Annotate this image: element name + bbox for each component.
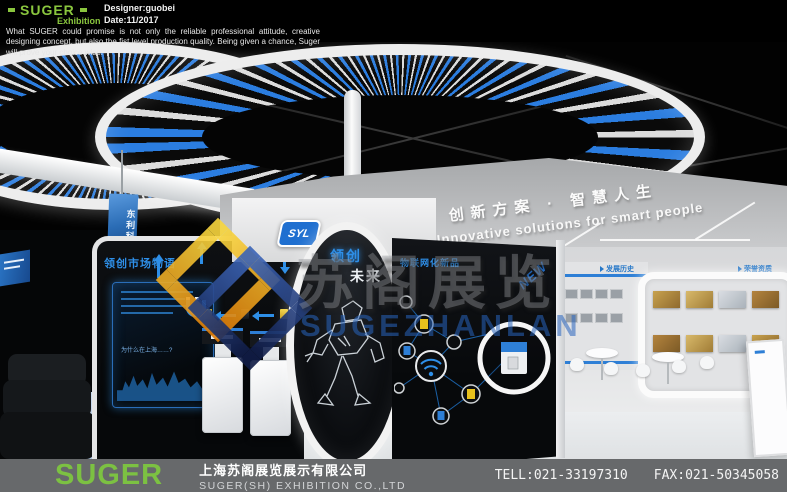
panel-stripe (560, 274, 648, 277)
award-plaque (686, 335, 713, 352)
flow-arrow-up (200, 248, 203, 264)
chair (672, 360, 686, 373)
footer-bar: SUGER 上海苏阁展览展示有限公司 SUGER(SH) EXHIBITION … (0, 459, 787, 492)
oval-title-line1: 领创 (330, 246, 362, 266)
robot-artwork (302, 292, 392, 422)
iot-wall-title: 物联网化新品 (400, 256, 460, 269)
screen-text-line (121, 312, 173, 314)
device-icon-yellow (204, 309, 212, 319)
kiosk-neck (215, 344, 231, 357)
tel-label: TELL:021-33197310 (495, 468, 628, 483)
exhibition-render: 创新方案 · 智慧人生 Innovative solutions for sma… (0, 42, 787, 459)
wifi-icon (416, 351, 446, 381)
new-product-ring (480, 324, 548, 392)
award-plaque (719, 335, 746, 352)
chair (604, 362, 618, 375)
sign-text-line (4, 259, 24, 264)
designer-label: Designer:guobei (104, 3, 175, 13)
photo-thumb (611, 314, 622, 322)
kiosk-header (202, 328, 243, 344)
history-label: 发展历史 (600, 264, 634, 274)
network-diagram (394, 266, 559, 451)
side-door (746, 339, 787, 457)
kiosk-header (250, 331, 291, 347)
photo-thumb (596, 290, 607, 298)
history-label-text: 发展历史 (606, 264, 634, 274)
magnet-icon (186, 297, 206, 317)
timeline-photos (566, 290, 622, 298)
photo-thumb (581, 290, 592, 298)
display-kiosk (250, 331, 291, 436)
left-wall-title: 领创市场物语 (104, 255, 176, 271)
banner-rod (121, 150, 123, 196)
award-plaque (752, 291, 779, 308)
photo-thumb (611, 290, 622, 298)
award-plaque (719, 291, 746, 308)
timeline-photos (566, 314, 622, 322)
chair (636, 364, 650, 377)
award-plaque (653, 291, 680, 308)
chair (570, 358, 584, 371)
photo-thumb (566, 290, 577, 298)
chair (700, 356, 714, 369)
photo-thumb (566, 314, 577, 322)
wall-deco-line (600, 239, 750, 241)
device-icon-dark (241, 309, 249, 319)
award-row (653, 291, 779, 308)
company-block: 上海苏阁展览展示有限公司 SUGER(SH) EXHIBITION CO.,LT… (199, 460, 406, 492)
logo-dash-left-icon (8, 8, 15, 12)
screen-text-line (121, 291, 193, 293)
city-skyline-graphic (117, 365, 209, 401)
oval-display: 领创 未来 (286, 222, 408, 459)
screen-text-line (121, 305, 191, 307)
triangle-icon (600, 266, 604, 272)
left-blue-sign (0, 250, 30, 287)
kiosk-slot (211, 335, 233, 339)
display-kiosk (202, 328, 243, 433)
table-leg (601, 358, 603, 380)
wall-trim (556, 240, 565, 458)
kiosk-body (202, 357, 243, 433)
trash-bin-base (0, 412, 95, 459)
flow-arrow-left (220, 314, 236, 317)
date-label: Date:11/2017 (104, 15, 159, 25)
table-top (586, 348, 618, 358)
magnet-body (186, 300, 206, 317)
award-plaque (686, 291, 713, 308)
award-plaque (653, 335, 680, 352)
logo-dash-right-icon (80, 8, 87, 12)
table-leg (667, 362, 669, 384)
magnet-tip (195, 297, 199, 300)
flow-arrow-left (258, 314, 274, 317)
screen-caption: 为什么在上海……? (121, 345, 172, 354)
header-bar: SUGER Exhibition Designer:guobei Date:11… (0, 0, 787, 42)
screen-text-line (121, 298, 185, 300)
promise-paragraph: What SUGER could promise is not only the… (6, 27, 320, 58)
magnet-tip (186, 297, 190, 300)
logo-subtitle: Exhibition (57, 16, 101, 26)
flow-arrow-up (157, 260, 160, 278)
footer-logo: SUGER (55, 461, 163, 490)
design-proposal-sheet: SUGER Exhibition Designer:guobei Date:11… (0, 0, 787, 492)
contact-block: TELL:021-33197310 FAX:021-50345058 (495, 468, 779, 483)
photo-thumb (581, 314, 592, 322)
kiosk-slot (259, 338, 281, 342)
oval-title-line2: 未来 (350, 266, 382, 286)
photo-thumb (596, 314, 607, 322)
kiosk-neck (263, 347, 279, 360)
sign-text-line (4, 265, 20, 270)
fax-label: FAX:021-50345058 (654, 468, 779, 483)
tech-screen: 为什么在上海……? (112, 282, 214, 408)
company-name-en: SUGER(SH) EXHIBITION CO.,LTD (199, 480, 406, 492)
kiosk-body (250, 360, 291, 436)
company-name-cn: 上海苏阁展览展示有限公司 (199, 460, 406, 479)
door-mark (755, 350, 765, 354)
